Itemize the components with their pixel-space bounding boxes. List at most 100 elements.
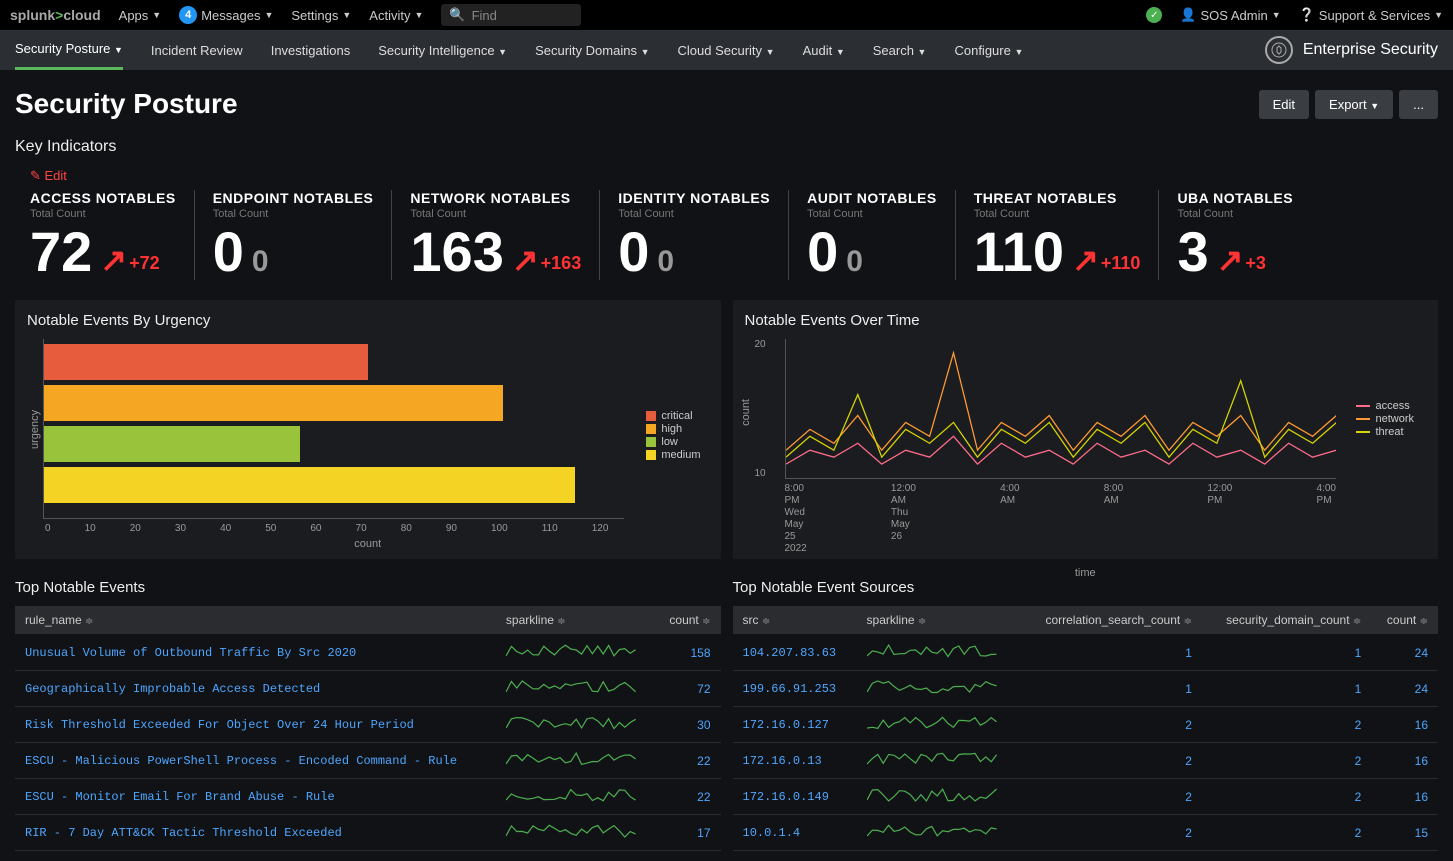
src-link[interactable]: 199.66.91.253 [733,671,857,707]
sort-icon: ≑ [762,616,770,627]
nav-item-security-posture[interactable]: Security Posture ▼ [15,30,123,70]
sparkline-cell [496,671,656,707]
settings-menu[interactable]: Settings ▼ [291,8,351,23]
logo: splunk>cloud [10,7,101,23]
bar-high[interactable] [44,385,503,421]
status-ok-icon[interactable]: ✓ [1146,7,1162,23]
sparkline-icon [506,786,636,804]
legend-high[interactable]: high [646,423,700,435]
top-events-table: Top Notable Events rule_name ≑sparkline … [15,569,721,851]
indicator-access-notables[interactable]: ACCESS NOTABLESTotal Count72↗+72 [30,190,195,280]
indicator-network-notables[interactable]: NETWORK NOTABLESTotal Count163↗+163 [392,190,600,280]
legend-medium[interactable]: medium [646,449,700,461]
col-sparkline[interactable]: sparkline ≑ [857,606,1021,635]
src-link[interactable]: 172.16.0.13 [733,743,857,779]
count-cell: 24 [1371,671,1438,707]
nav-item-search[interactable]: Search ▼ [873,32,927,69]
user-menu[interactable]: 👤 SOS Admin ▼ [1180,7,1280,23]
sparkline-cell [857,815,1021,851]
indicator-subtitle: Total Count [30,208,176,220]
csc-cell: 2 [1020,707,1202,743]
overtime-line-chart[interactable] [785,339,1337,479]
arrow-up-icon: ↗ [512,248,539,274]
nav-item-cloud-security[interactable]: Cloud Security ▼ [677,32,774,69]
table-row: 172.16.0.1492216 [733,779,1439,815]
sparkline-cell [857,743,1021,779]
sparkline-cell [857,707,1021,743]
urgency-bar-chart[interactable] [43,339,624,519]
col-rule_name[interactable]: rule_name ≑ [15,606,496,635]
sparkline-icon [867,822,997,840]
apps-menu[interactable]: Apps ▼ [119,8,162,23]
indicator-delta: ↗+72 [100,248,159,274]
key-indicators-title: Key Indicators [0,130,1453,164]
table-row: RIR - 7 Day ATT&CK Tactic Threshold Exce… [15,815,721,851]
edit-button[interactable]: Edit [1259,90,1309,119]
col-count[interactable]: count ≑ [1371,606,1438,635]
csc-cell: 1 [1020,671,1202,707]
more-button[interactable]: ... [1399,90,1438,119]
src-link[interactable]: 10.0.1.4 [733,815,857,851]
indicator-uba-notables[interactable]: UBA NOTABLESTotal Count3↗+3 [1159,190,1311,280]
sparkline-icon [867,750,997,768]
col-security_domain_count[interactable]: security_domain_count ≑ [1202,606,1371,635]
table-row: Geographically Improbable Access Detecte… [15,671,721,707]
indicator-subtitle: Total Count [213,208,374,220]
indicator-subtitle: Total Count [807,208,937,220]
rule-name-link[interactable]: Risk Threshold Exceeded For Object Over … [15,707,496,743]
rule-name-link[interactable]: ESCU - Malicious PowerShell Process - En… [15,743,496,779]
support-menu[interactable]: ❔ Support & Services ▼ [1299,7,1443,23]
legend-low[interactable]: low [646,436,700,448]
indicator-subtitle: Total Count [974,208,1141,220]
bar-critical[interactable] [44,344,368,380]
sort-icon: ≑ [1184,616,1192,627]
indicator-threat-notables[interactable]: THREAT NOTABLESTotal Count110↗+110 [956,190,1160,280]
legend-access[interactable]: access [1356,400,1414,412]
edit-indicators-link[interactable]: ✎ Edit [0,164,1453,188]
indicator-audit-notables[interactable]: AUDIT NOTABLESTotal Count00 [789,190,956,280]
sdc-cell: 1 [1202,671,1371,707]
src-link[interactable]: 172.16.0.149 [733,779,857,815]
sort-icon: ≑ [557,616,565,627]
indicator-value: 3 [1177,224,1208,280]
nav-item-security-domains[interactable]: Security Domains ▼ [535,32,649,69]
count-cell: 24 [1371,635,1438,671]
nav-item-incident-review[interactable]: Incident Review [151,32,243,69]
nav-item-investigations[interactable]: Investigations [271,32,351,69]
col-sparkline[interactable]: sparkline ≑ [496,606,656,635]
count-cell: 22 [655,779,720,815]
indicator-endpoint-notables[interactable]: ENDPOINT NOTABLESTotal Count00 [195,190,393,280]
table-row: ESCU - Malicious PowerShell Process - En… [15,743,721,779]
table-row: 104.207.83.631124 [733,635,1439,671]
legend-network[interactable]: network [1356,413,1414,425]
rule-name-link[interactable]: Geographically Improbable Access Detecte… [15,671,496,707]
messages-menu[interactable]: 4 Messages ▼ [179,6,273,24]
bar-low[interactable] [44,426,300,462]
rule-name-link[interactable]: RIR - 7 Day ATT&CK Tactic Threshold Exce… [15,815,496,851]
col-src[interactable]: src ≑ [733,606,857,635]
src-link[interactable]: 172.16.0.127 [733,707,857,743]
legend-critical[interactable]: critical [646,410,700,422]
csc-cell: 2 [1020,815,1202,851]
rule-name-link[interactable]: Unusual Volume of Outbound Traffic By Sr… [15,635,496,671]
col-correlation_search_count[interactable]: correlation_search_count ≑ [1020,606,1202,635]
count-cell: 158 [655,635,720,671]
rule-name-link[interactable]: ESCU - Monitor Email For Brand Abuse - R… [15,779,496,815]
sparkline-icon [506,822,636,840]
indicator-identity-notables[interactable]: IDENTITY NOTABLESTotal Count00 [600,190,789,280]
find-search[interactable]: 🔍 Find [441,4,581,26]
app-brand: Enterprise Security [1265,36,1438,64]
nav-item-security-intelligence[interactable]: Security Intelligence ▼ [378,32,507,69]
overtime-legend: accessnetworkthreat [1356,399,1414,439]
nav-item-audit[interactable]: Audit ▼ [803,32,845,69]
bar-medium[interactable] [44,467,575,503]
export-button[interactable]: Export ▼ [1315,90,1393,119]
legend-threat[interactable]: threat [1356,426,1414,438]
src-link[interactable]: 104.207.83.63 [733,635,857,671]
col-count[interactable]: count ≑ [655,606,720,635]
activity-menu[interactable]: Activity ▼ [369,8,423,23]
nav-item-configure[interactable]: Configure ▼ [954,32,1023,69]
table-row: 199.66.91.2531124 [733,671,1439,707]
indicator-subtitle: Total Count [618,208,770,220]
sort-icon: ≑ [1353,616,1361,627]
